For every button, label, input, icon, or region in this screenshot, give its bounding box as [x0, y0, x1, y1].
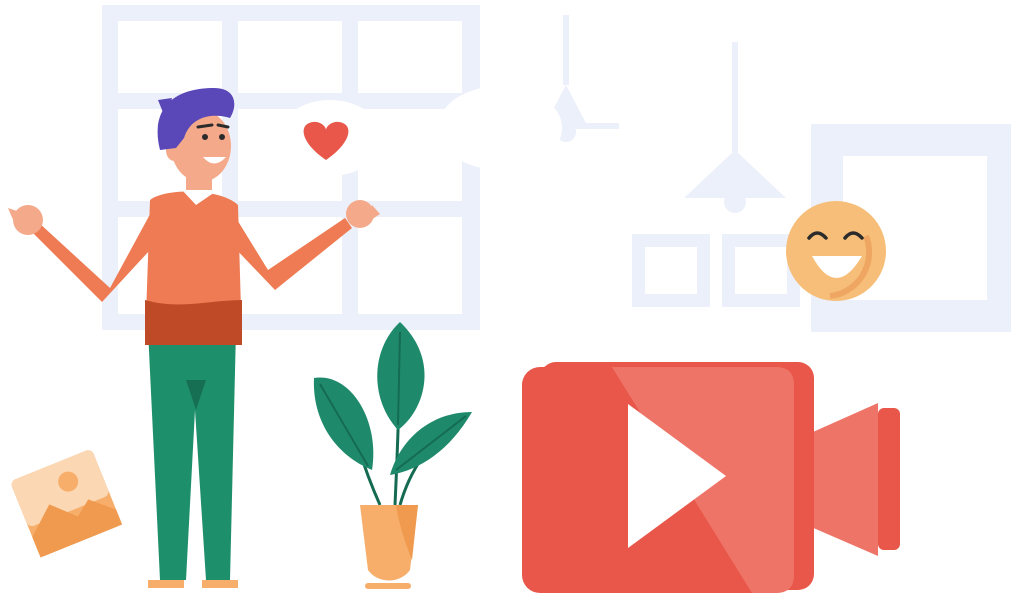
- potted-plant-icon: [313, 322, 472, 589]
- video-camera-play-icon[interactable]: [522, 362, 900, 593]
- pendant-lamp-icon: [545, 15, 786, 213]
- illustration-scene: [0, 0, 1011, 596]
- image-icon: [11, 450, 123, 558]
- laughing-emoji-icon: [786, 201, 886, 301]
- illustration-canvas: [8, 5, 1011, 593]
